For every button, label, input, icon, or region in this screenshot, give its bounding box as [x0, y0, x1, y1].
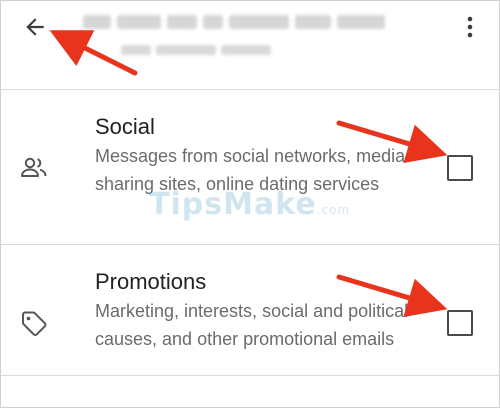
more-vert-icon: [467, 16, 473, 38]
people-icon: [17, 150, 51, 184]
blurred-title: [83, 11, 413, 33]
settings-screen: Social Messages from social networks, me…: [0, 0, 500, 408]
category-row-promotions[interactable]: Promotions Marketing, interests, social …: [1, 245, 499, 375]
watermark: TipsMake.com: [149, 187, 351, 222]
arrow-back-icon: [26, 18, 44, 36]
tag-icon: [17, 307, 51, 341]
promotions-checkbox[interactable]: [447, 310, 473, 336]
category-title: Promotions: [95, 269, 207, 294]
category-title: Social: [95, 114, 155, 139]
back-button[interactable]: [15, 7, 55, 47]
category-description: Marketing, interests, social and politic…: [95, 301, 409, 349]
more-options-button[interactable]: [455, 9, 485, 45]
blurred-subtitle: [121, 45, 301, 59]
social-checkbox[interactable]: [447, 155, 473, 181]
divider: [1, 375, 499, 376]
